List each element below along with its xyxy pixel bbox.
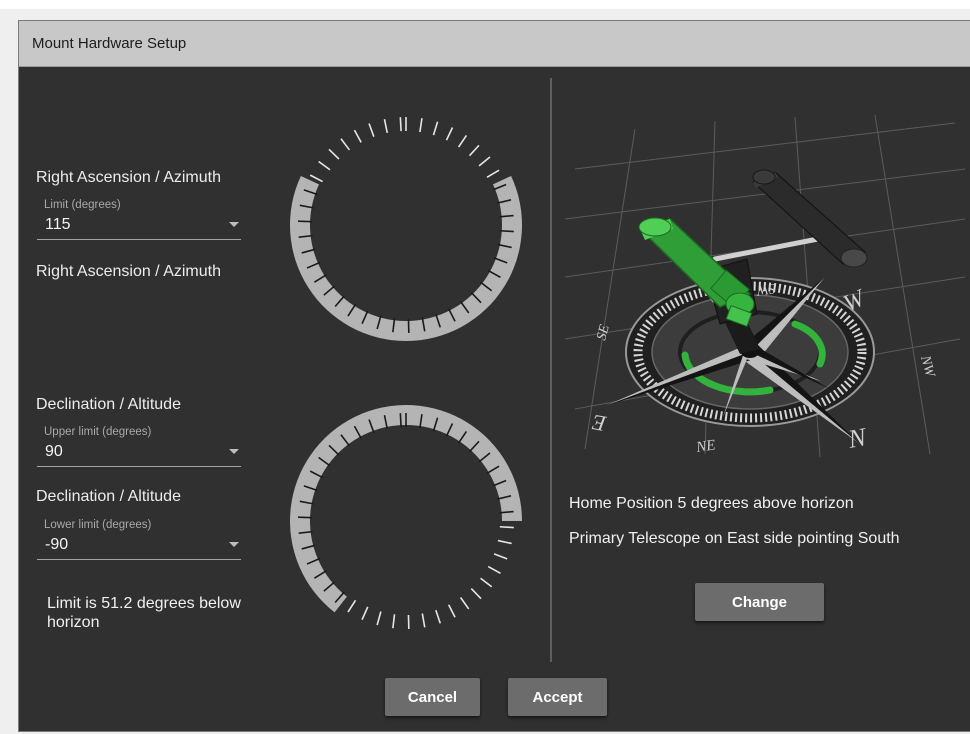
cancel-button[interactable]: Cancel [385, 678, 480, 716]
mount-3d-illustration[interactable]: W SW N SE E NE NW [565, 109, 965, 461]
chevron-down-icon [229, 222, 239, 227]
change-button[interactable]: Change [695, 583, 824, 621]
dialog-title: Mount Hardware Setup [32, 35, 187, 52]
dial-tick [478, 156, 491, 167]
ra-limit-value: 115 [45, 216, 71, 233]
compass-rose: W SW N SE E NE NW [590, 277, 938, 456]
compass-label-se: SE [594, 323, 613, 342]
dec-limit-note: Limit is 51.2 degrees below horizon [47, 595, 241, 631]
compass-label-n: N [845, 422, 870, 454]
dec-lower-value: -90 [45, 536, 69, 553]
dec-lower-field-label: Lower limit (degrees) [44, 519, 152, 531]
ra-limit-band [290, 175, 522, 341]
dial-tick [497, 539, 512, 545]
dial-tick [421, 613, 426, 628]
dial-tick [493, 553, 508, 560]
dial-tick [353, 129, 362, 143]
dec-upper-value: 90 [45, 443, 63, 460]
dial-tick [347, 599, 357, 613]
dial-tick [340, 138, 351, 151]
ra-limit-dial[interactable] [281, 100, 531, 350]
dec-upper-section-label: Declination / Altitude [36, 396, 181, 413]
secondary-telescope-icon [752, 169, 868, 268]
dial-tick [432, 121, 439, 136]
dial-tick [392, 614, 396, 629]
dial-tick [435, 609, 442, 624]
dec-limit-band [289, 405, 522, 613]
ra-limit-dropdown[interactable]: Limit (degrees) 115 [37, 199, 241, 240]
dial-tick [487, 565, 501, 575]
ra-section-label: Right Ascension / Azimuth [36, 169, 221, 186]
dial-tick [459, 597, 470, 610]
telescope-position-text: Primary Telescope on East side pointing … [569, 530, 900, 547]
dial-tick [383, 119, 389, 134]
dial-tick [318, 160, 331, 171]
dial-tick [468, 144, 480, 157]
dec-upper-field-label: Upper limit (degrees) [44, 426, 152, 438]
dial-tick [499, 229, 514, 233]
dial-tick [480, 577, 493, 588]
dial-tick [470, 588, 482, 600]
dial-tick [447, 604, 456, 618]
mount-hardware-dialog: Mount Hardware Setup Right Ascension / A… [18, 20, 970, 732]
counterweight-shaft [712, 236, 821, 262]
chevron-down-icon [229, 449, 239, 454]
accept-button[interactable]: Accept [508, 678, 607, 716]
dial-tick [368, 123, 375, 137]
dial-tick [328, 148, 340, 160]
dec-lower-section-label: Declination / Altitude [36, 488, 181, 505]
compass-label-nw: NW [917, 353, 938, 379]
dial-tick [361, 606, 369, 620]
panel-divider [550, 78, 552, 662]
ra-secondary-label: Right Ascension / Azimuth [36, 263, 221, 280]
dial-tick [309, 174, 323, 183]
dial-tick [399, 413, 402, 428]
dec-lower-limit-dropdown[interactable]: Lower limit (degrees) -90 [37, 519, 241, 560]
dial-tick [376, 611, 382, 626]
dial-tick [419, 118, 423, 133]
dial-tick [457, 135, 468, 148]
dec-limit-dial[interactable] [281, 396, 531, 646]
dial-tick [486, 169, 500, 178]
compass-label-sw: SW [755, 280, 777, 298]
dial-tick [499, 525, 514, 529]
dial-tick [445, 127, 454, 141]
dec-upper-limit-dropdown[interactable]: Upper limit (degrees) 90 [37, 426, 241, 467]
dial-tick [399, 117, 402, 132]
ra-limit-field-label: Limit (degrees) [44, 199, 121, 211]
home-position-text: Home Position 5 degrees above horizon [569, 495, 854, 512]
dialog-titlebar: Mount Hardware Setup [19, 21, 970, 67]
window-top-strip [0, 0, 970, 9]
chevron-down-icon [229, 542, 239, 547]
compass-label-ne: NE [694, 437, 716, 456]
compass-label-e: E [590, 410, 609, 437]
